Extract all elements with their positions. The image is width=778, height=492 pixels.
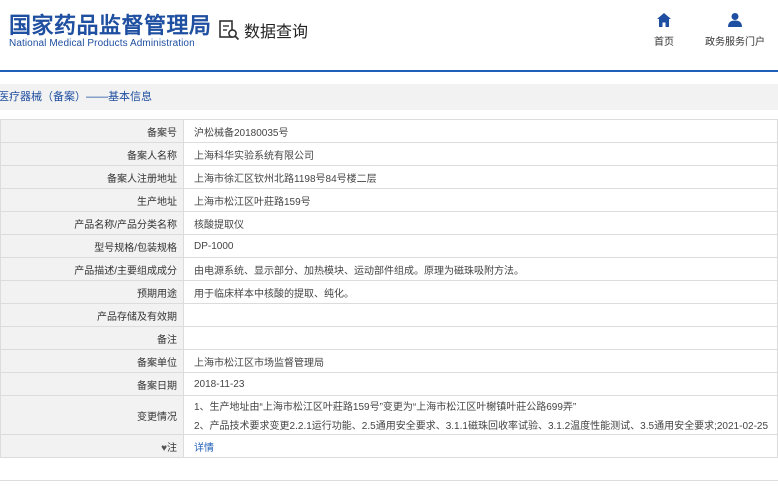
table-row: 生产地址 上海市松江区叶莊路159号	[0, 188, 778, 212]
site-logo-cn[interactable]: 国家药品监督管理局	[9, 8, 212, 40]
table-row: 产品名称/产品分类名称 核酸提取仪	[0, 211, 778, 235]
table-row: 备案号 沪松械备20180035号	[0, 119, 778, 143]
table-row: ♥注 详情	[0, 434, 778, 458]
table-row: 备案人注册地址 上海市徐汇区钦州北路1198号84号楼二层	[0, 165, 778, 189]
change-item: 1、生产地址由“上海市松江区叶莊路159号”变更为“上海市松江区叶榭镇叶莊公路6…	[194, 402, 577, 413]
row-label: 生产地址	[0, 188, 184, 212]
table-row: 型号规格/包装规格 DP-1000	[0, 234, 778, 258]
note-label-cell: ♥注	[0, 434, 184, 458]
row-value	[183, 303, 778, 327]
table-row: 备注	[0, 326, 778, 350]
row-value: 上海市松江区市场监督管理局	[183, 349, 778, 373]
table-row: 变更情况 1、生产地址由“上海市松江区叶莊路159号”变更为“上海市松江区叶榭镇…	[0, 395, 778, 435]
change-history-cell: 1、生产地址由“上海市松江区叶莊路159号”变更为“上海市松江区叶榭镇叶莊公路6…	[183, 395, 778, 435]
document-search-icon	[219, 20, 240, 41]
row-value: 用于临床样本中核酸的提取、纯化。	[183, 280, 778, 304]
details-link[interactable]: 详情	[194, 443, 214, 454]
breadcrumb: 医疗器械（备案）——基本信息	[0, 84, 778, 110]
row-label: 备案号	[0, 119, 184, 143]
table-row: 备案单位 上海市松江区市场监督管理局	[0, 349, 778, 373]
row-label: 型号规格/包装规格	[0, 234, 184, 258]
footer-divider	[0, 480, 778, 481]
row-label: 备案日期	[0, 372, 184, 396]
row-label: 产品描述/主要组成成分	[0, 257, 184, 281]
row-value: 沪松械备20180035号	[183, 119, 778, 143]
data-query-title[interactable]: 数据查询	[218, 18, 308, 42]
row-value: 核酸提取仪	[183, 211, 778, 235]
row-value: 上海市徐汇区钦州北路1198号84号楼二层	[183, 165, 778, 189]
row-value	[183, 326, 778, 350]
row-value: 2018-11-23	[183, 372, 778, 396]
row-value: 上海科华实验系统有限公司	[183, 142, 778, 166]
nav-home[interactable]: 首页	[624, 12, 704, 48]
table-row: 备案人名称 上海科华实验系统有限公司	[0, 142, 778, 166]
row-label: 变更情况	[0, 395, 184, 435]
nav-government-portal[interactable]: 政务服务门户	[695, 12, 775, 48]
row-label: 备案单位	[0, 349, 184, 373]
table-row: 备案日期 2018-11-23	[0, 372, 778, 396]
row-label: 备注	[0, 326, 184, 350]
row-label: 注	[167, 442, 177, 454]
details-cell: 详情	[183, 434, 778, 458]
breadcrumb-text: 医疗器械（备案）——基本信息	[0, 91, 152, 103]
nav-portal-label: 政务服务门户	[705, 37, 765, 48]
change-item: 2、产品技术要求变更2.2.1运行功能、2.5通用安全要求、3.1.1磁珠回收率…	[194, 421, 769, 432]
nav-home-label: 首页	[654, 37, 674, 48]
row-label: 预期用途	[0, 280, 184, 304]
data-query-label: 数据查询	[244, 22, 309, 41]
site-logo-en[interactable]: National Medical Products Administration	[9, 38, 195, 49]
row-label: 备案人注册地址	[0, 165, 184, 189]
home-icon	[657, 13, 671, 27]
row-value: DP-1000	[183, 234, 778, 258]
row-label: 产品名称/产品分类名称	[0, 211, 184, 235]
row-value: 由电源系统、显示部分、加热模块、运动部件组成。原理为磁珠吸附方法。	[183, 257, 778, 281]
record-detail-table: 备案号 沪松械备20180035号 备案人名称 上海科华实验系统有限公司 备案人…	[0, 119, 778, 458]
row-label: 产品存储及有效期	[0, 303, 184, 327]
table-row: 产品存储及有效期	[0, 303, 778, 327]
table-row: 产品描述/主要组成成分 由电源系统、显示部分、加热模块、运动部件组成。原理为磁珠…	[0, 257, 778, 281]
site-header: 国家药品监督管理局 National Medical Products Admi…	[0, 0, 778, 70]
user-icon	[728, 13, 742, 27]
row-value: 上海市松江区叶莊路159号	[183, 188, 778, 212]
table-row: 预期用途 用于临床样本中核酸的提取、纯化。	[0, 280, 778, 304]
row-label: 备案人名称	[0, 142, 184, 166]
header-divider	[0, 70, 778, 72]
